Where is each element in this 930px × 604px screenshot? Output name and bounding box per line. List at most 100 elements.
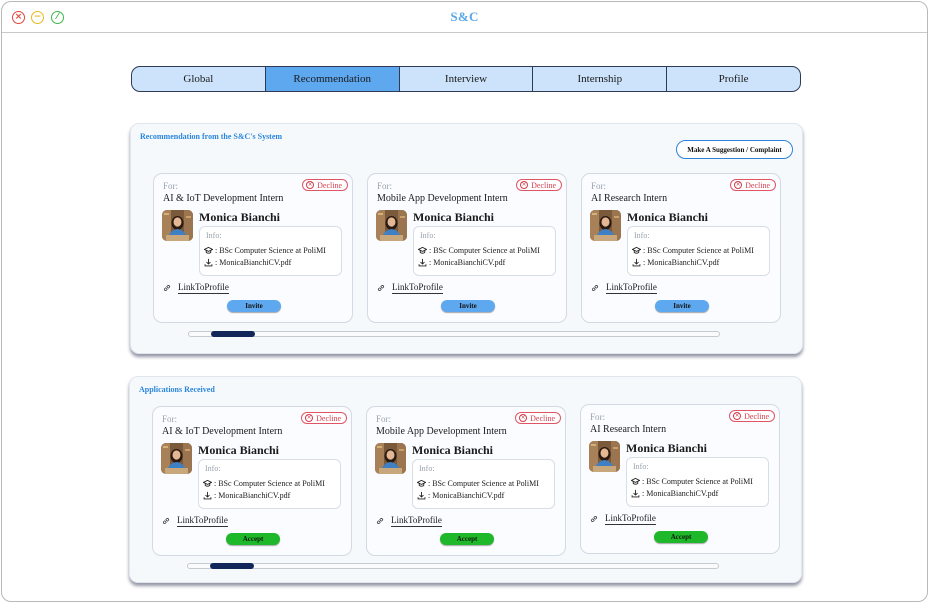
candidate-card: For: AI Research Intern × Decline Monica… xyxy=(581,173,781,323)
link-to-profile[interactable]: LinkToProfile xyxy=(605,513,656,525)
decline-button[interactable]: × Decline xyxy=(730,179,776,191)
avatar[interactable] xyxy=(162,210,193,241)
link-chain-icon xyxy=(162,518,170,524)
invite-button[interactable]: Invite xyxy=(227,300,281,312)
internship-role: AI Research Intern xyxy=(591,193,668,204)
tab-global[interactable]: Global xyxy=(132,67,266,91)
info-label: Info: xyxy=(205,464,221,473)
info-box: Info: : BSc Computer Science at PoliMI :… xyxy=(413,226,556,276)
tab-profile[interactable]: Profile xyxy=(667,67,800,91)
for-label: For: xyxy=(376,414,392,424)
applications-scrollbar[interactable] xyxy=(187,563,719,569)
tab-recommendation[interactable]: Recommendation xyxy=(265,67,400,91)
for-label: For: xyxy=(590,412,606,422)
cv-file-link[interactable]: : MonicaBianchiCV.pdf xyxy=(429,258,505,267)
education-text: : BSc Computer Science at PoliMI xyxy=(214,479,325,488)
accept-button[interactable]: Accept xyxy=(226,533,280,545)
education-text: : BSc Computer Science at PoliMI xyxy=(643,246,754,255)
link-to-profile[interactable]: LinkToProfile xyxy=(606,282,657,294)
decline-button[interactable]: × Decline xyxy=(302,179,348,191)
download-icon xyxy=(417,491,426,500)
link-to-profile[interactable]: LinkToProfile xyxy=(177,515,228,527)
link-to-profile[interactable]: LinkToProfile xyxy=(392,282,443,294)
avatar[interactable] xyxy=(161,443,192,474)
app-window: × − ⁄ S&C Global Recommendation Intervie… xyxy=(1,1,928,602)
candidate-name: Monica Bianchi xyxy=(198,443,280,457)
accept-button[interactable]: Accept xyxy=(654,531,708,543)
cv-row: : MonicaBianchiCV.pdf xyxy=(203,491,290,500)
suggestion-complaint-button[interactable]: Make A Suggestion / Complaint xyxy=(676,140,793,159)
info-box: Info: : BSc Computer Science at PoliMI :… xyxy=(626,457,769,507)
link-chain-icon xyxy=(377,285,385,291)
candidate-name: Monica Bianchi xyxy=(199,210,281,224)
cv-file-link[interactable]: : MonicaBianchiCV.pdf xyxy=(642,489,718,498)
cv-file-link[interactable]: : MonicaBianchiCV.pdf xyxy=(214,491,290,500)
candidate-name: Monica Bianchi xyxy=(627,210,709,224)
recommendation-scroll-thumb[interactable] xyxy=(211,331,255,337)
for-label: For: xyxy=(163,181,179,191)
avatar[interactable] xyxy=(589,441,620,472)
internship-role: AI & IoT Development Intern xyxy=(163,193,284,204)
decline-button[interactable]: × Decline xyxy=(516,179,562,191)
profile-link-row: LinkToProfile xyxy=(377,282,443,294)
accept-button[interactable]: Accept xyxy=(440,533,494,545)
decline-button[interactable]: × Decline xyxy=(515,412,561,424)
app-title: S&C xyxy=(450,9,479,24)
profile-link-row: LinkToProfile xyxy=(590,513,656,525)
info-label: Info: xyxy=(634,231,650,240)
candidate-card: For: AI & IoT Development Intern × Decli… xyxy=(153,173,353,323)
link-to-profile[interactable]: LinkToProfile xyxy=(391,515,442,527)
decline-x-icon: × xyxy=(734,181,743,189)
cv-row: : MonicaBianchiCV.pdf xyxy=(418,258,505,267)
cv-file-link[interactable]: : MonicaBianchiCV.pdf xyxy=(215,258,291,267)
cv-file-link[interactable]: : MonicaBianchiCV.pdf xyxy=(428,491,504,500)
avatar[interactable] xyxy=(590,210,621,241)
candidate-card: For: AI Research Intern × Decline Monica… xyxy=(580,404,780,554)
education-row: : BSc Computer Science at PoliMI xyxy=(417,479,539,488)
decline-label: Decline xyxy=(744,411,769,421)
link-chain-icon xyxy=(376,518,384,524)
main-tabs: Global Recommendation Interview Internsh… xyxy=(131,66,801,92)
education-text: : BSc Computer Science at PoliMI xyxy=(428,479,539,488)
info-box: Info: : BSc Computer Science at PoliMI :… xyxy=(412,459,555,509)
cv-row: : MonicaBianchiCV.pdf xyxy=(204,258,291,267)
for-label: For: xyxy=(377,181,393,191)
decline-x-icon: × xyxy=(305,414,314,422)
applications-panel: Applications Received For: AI & IoT Deve… xyxy=(129,376,802,583)
education-text: : BSc Computer Science at PoliMI xyxy=(642,477,753,486)
cv-row: : MonicaBianchiCV.pdf xyxy=(632,258,719,267)
candidate-card: For: AI & IoT Development Intern × Decli… xyxy=(152,406,352,556)
decline-label: Decline xyxy=(745,180,770,190)
education-row: : BSc Computer Science at PoliMI xyxy=(203,479,325,488)
download-icon xyxy=(631,489,640,498)
link-to-profile[interactable]: LinkToProfile xyxy=(178,282,229,294)
graduation-cap-icon xyxy=(417,479,426,487)
decline-button[interactable]: × Decline xyxy=(729,410,775,422)
decline-label: Decline xyxy=(531,180,556,190)
decline-button[interactable]: × Decline xyxy=(301,412,347,424)
profile-link-row: LinkToProfile xyxy=(591,282,657,294)
graduation-cap-icon xyxy=(418,246,427,254)
candidate-name: Monica Bianchi xyxy=(413,210,495,224)
recommendation-scrollbar[interactable] xyxy=(188,331,720,337)
cv-file-link[interactable]: : MonicaBianchiCV.pdf xyxy=(643,258,719,267)
avatar[interactable] xyxy=(375,443,406,474)
decline-x-icon: × xyxy=(733,412,742,420)
decline-x-icon: × xyxy=(519,414,528,422)
applications-scroll-thumb[interactable] xyxy=(210,563,254,569)
decline-x-icon: × xyxy=(306,181,315,189)
tab-interview[interactable]: Interview xyxy=(400,67,534,91)
cv-row: : MonicaBianchiCV.pdf xyxy=(631,489,718,498)
info-label: Info: xyxy=(419,464,435,473)
invite-button[interactable]: Invite xyxy=(655,300,709,312)
avatar[interactable] xyxy=(376,210,407,241)
invite-button[interactable]: Invite xyxy=(441,300,495,312)
recommendation-panel: Recommendation from the S&C's System Mak… xyxy=(130,123,803,354)
candidate-name: Monica Bianchi xyxy=(412,443,494,457)
internship-role: AI Research Intern xyxy=(590,424,667,435)
education-row: : BSc Computer Science at PoliMI xyxy=(204,246,326,255)
tab-internship[interactable]: Internship xyxy=(533,67,668,91)
education-text: : BSc Computer Science at PoliMI xyxy=(215,246,326,255)
candidate-card: For: Mobile App Development Intern × Dec… xyxy=(366,406,566,556)
info-label: Info: xyxy=(206,231,222,240)
